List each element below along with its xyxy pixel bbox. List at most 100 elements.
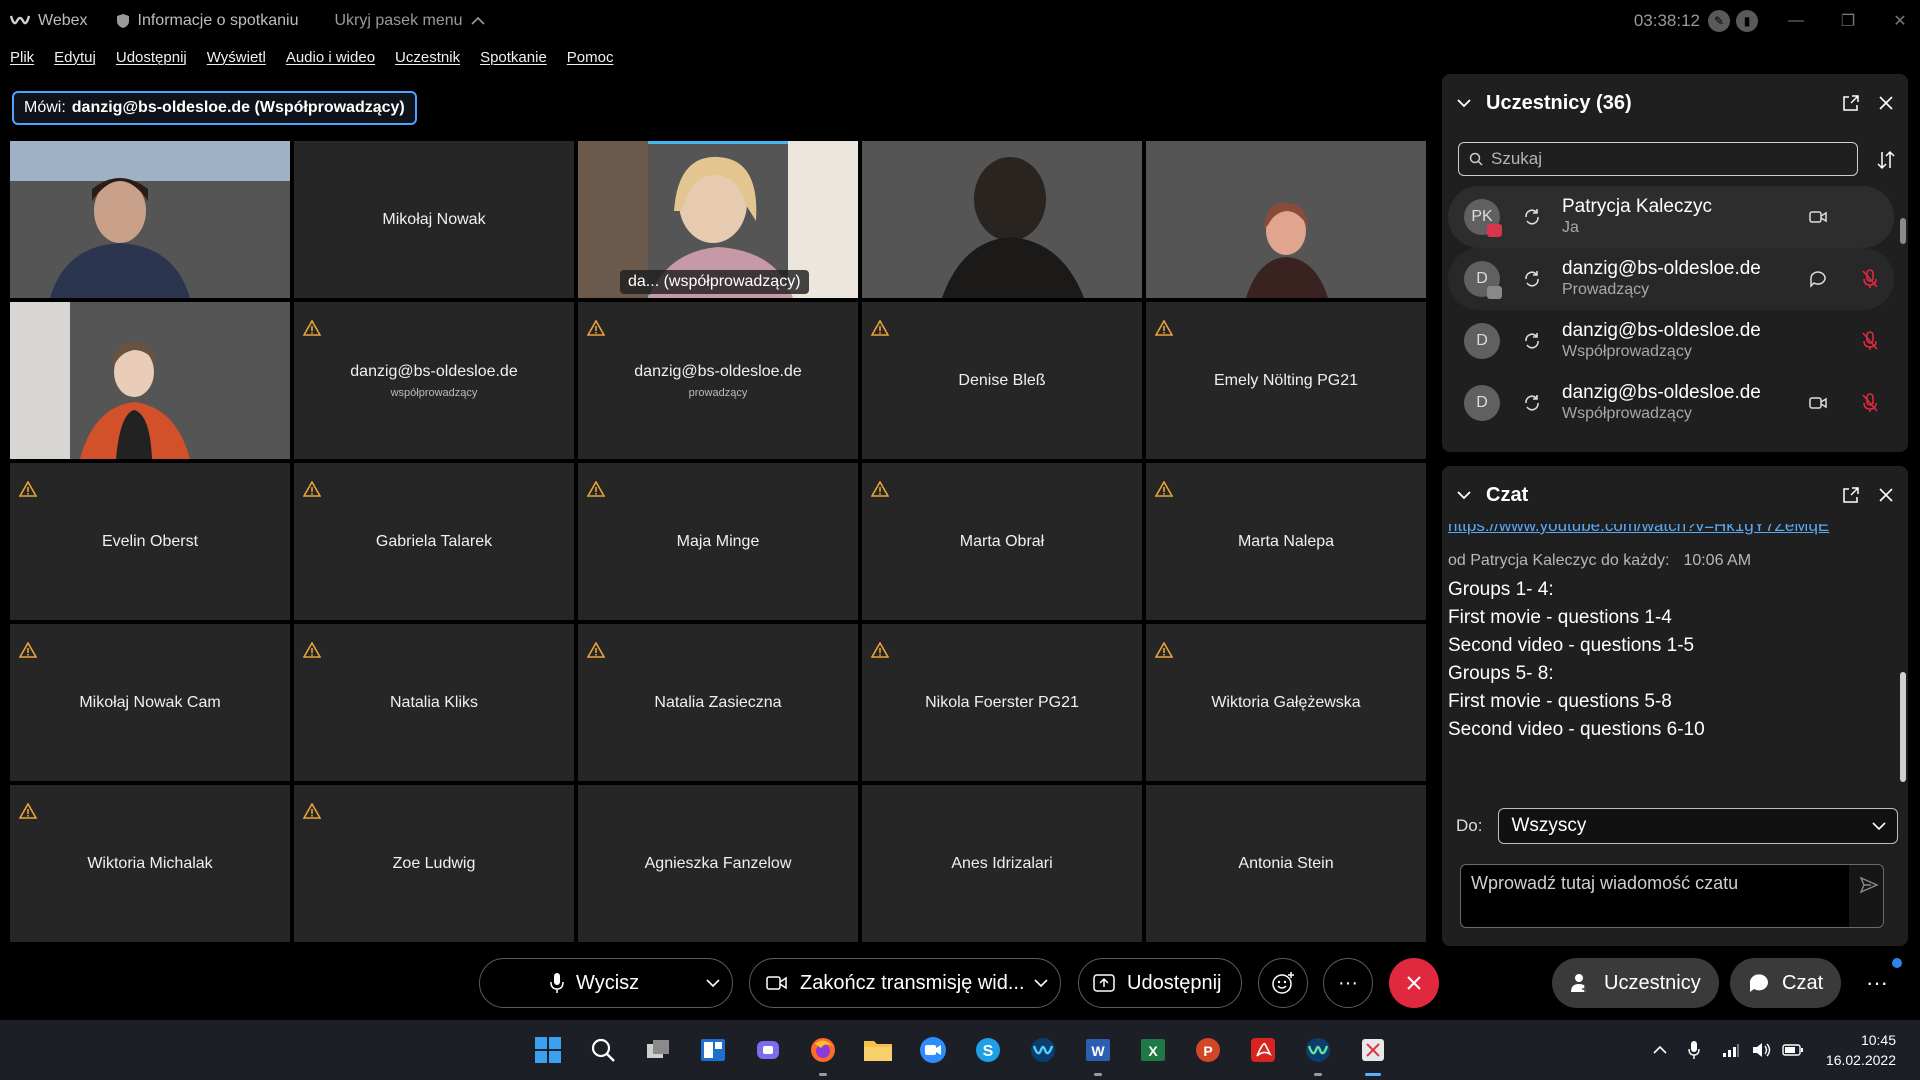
search-icon[interactable] <box>587 1034 619 1066</box>
pencil-icon[interactable]: ✎ <box>1708 10 1730 32</box>
acrobat-icon[interactable] <box>1247 1034 1279 1066</box>
pop-out-icon[interactable] <box>1842 486 1860 504</box>
participant-tile[interactable]: Emely Nölting PG21 <box>1146 302 1426 459</box>
webex-meetings-icon[interactable] <box>1302 1034 1334 1076</box>
menu-file[interactable]: Plik <box>10 49 34 66</box>
pop-out-icon[interactable] <box>1842 94 1860 112</box>
restore-button[interactable]: ❐ <box>1828 0 1868 42</box>
stats-icon[interactable]: ▮ <box>1736 10 1758 32</box>
meeting-info-button[interactable]: Informacje o spotkaniu <box>116 12 299 30</box>
skype-icon[interactable]: S <box>972 1034 1004 1066</box>
participant-tile[interactable]: danzig@bs-oldesloe.de prowadzący <box>578 302 858 459</box>
chat-message-input[interactable] <box>1471 873 1841 921</box>
participant-tile[interactable]: Wiktoria Michalak <box>10 785 290 942</box>
participant-row[interactable]: D danzig@bs-oldesloe.de Prowadzący <box>1448 248 1894 310</box>
task-view-icon[interactable] <box>642 1034 674 1066</box>
warning-icon <box>587 642 605 658</box>
chevron-up-icon[interactable] <box>1652 1045 1668 1055</box>
teams-chat-icon[interactable] <box>752 1034 784 1066</box>
recipient-select[interactable]: Wszyscy <box>1498 808 1899 844</box>
chevron-down-icon[interactable] <box>706 979 720 988</box>
video-tile[interactable] <box>10 302 290 459</box>
chat-scrollbar[interactable] <box>1900 672 1906 782</box>
mic-muted-icon[interactable] <box>1860 330 1880 352</box>
windows-start-icon[interactable] <box>532 1034 564 1066</box>
search-input[interactable] <box>1491 149 1831 169</box>
close-icon[interactable] <box>1878 95 1894 111</box>
close-icon[interactable] <box>1878 487 1894 503</box>
reactions-button[interactable] <box>1258 958 1308 1008</box>
minimize-button[interactable]: — <box>1776 0 1816 42</box>
microphone-icon[interactable] <box>1688 1040 1700 1060</box>
participant-row[interactable]: D danzig@bs-oldesloe.de Współprowadzący <box>1448 310 1894 372</box>
widgets-icon[interactable] <box>697 1034 729 1066</box>
snipping-tool-icon[interactable] <box>1357 1034 1389 1076</box>
participant-search[interactable] <box>1458 142 1858 176</box>
chevron-down-icon[interactable] <box>1456 490 1472 500</box>
participants-toggle-button[interactable]: Uczestnicy <box>1552 958 1719 1008</box>
battery-icon[interactable] <box>1782 1043 1804 1057</box>
participant-tile[interactable]: Gabriela Talarek <box>294 463 574 620</box>
zoom-icon[interactable] <box>917 1034 949 1066</box>
firefox-icon[interactable] <box>807 1034 839 1076</box>
participant-tile[interactable]: danzig@bs-oldesloe.de współprowadzący <box>294 302 574 459</box>
menu-view[interactable]: Wyświetl <box>207 49 266 66</box>
file-explorer-icon[interactable] <box>862 1034 894 1066</box>
video-tile-active-speaker[interactable]: da... (współprowadzący) <box>578 141 858 298</box>
chat-toggle-button[interactable]: Czat <box>1730 958 1842 1008</box>
excel-icon[interactable]: X <box>1137 1034 1169 1066</box>
powerpoint-icon[interactable]: P <box>1192 1034 1224 1066</box>
chat-link[interactable]: https://www.youtube.com/watch?v=Hk1gY7Ze… <box>1448 524 1894 536</box>
participant-tile[interactable]: Wiktoria Gałężewska <box>1146 624 1426 781</box>
menu-share[interactable]: Udostępnij <box>116 49 187 66</box>
menu-participant[interactable]: Uczestnik <box>395 49 460 66</box>
menu-edit[interactable]: Edytuj <box>54 49 96 66</box>
video-tile[interactable] <box>1146 141 1426 298</box>
participant-tile[interactable]: Marta Nalepa <box>1146 463 1426 620</box>
close-window-button[interactable]: ✕ <box>1880 0 1920 42</box>
participant-tile[interactable]: Antonia Stein <box>1146 785 1426 942</box>
participant-tile[interactable]: Anes Idrizalari <box>862 785 1142 942</box>
participant-row[interactable]: PK Patrycja Kaleczyc Ja <box>1448 186 1894 248</box>
participant-tile[interactable]: Denise Bleß <box>862 302 1142 459</box>
stop-video-button[interactable]: Zakończ transmisję wid... <box>749 958 1061 1008</box>
participants-scrollbar[interactable] <box>1900 194 1906 440</box>
participant-tile[interactable]: Mikołaj Nowak <box>294 141 574 298</box>
leave-meeting-button[interactable] <box>1389 958 1439 1008</box>
sort-icon[interactable] <box>1876 150 1896 170</box>
participant-tile[interactable]: Zoe Ludwig <box>294 785 574 942</box>
participant-tile[interactable]: Marta Obrał <box>862 463 1142 620</box>
share-button[interactable]: Udostępnij <box>1078 958 1242 1008</box>
chevron-down-icon[interactable] <box>1034 979 1048 988</box>
mute-button[interactable]: Wycisz <box>479 958 733 1008</box>
participants-panel: Uczestnicy (36) PK Patrycja Kaleczyc Ja … <box>1442 74 1908 452</box>
participant-tile[interactable]: Natalia Zasieczna <box>578 624 858 781</box>
participant-tile[interactable]: Nikola Foerster PG21 <box>862 624 1142 781</box>
participant-tile[interactable]: Agnieszka Fanzelow <box>578 785 858 942</box>
word-icon[interactable]: W <box>1082 1034 1114 1076</box>
menu-meeting[interactable]: Spotkanie <box>480 49 547 66</box>
system-clock[interactable]: 10:45 16.02.2022 <box>1820 1030 1896 1070</box>
participant-tile[interactable]: Natalia Kliks <box>294 624 574 781</box>
more-icon[interactable]: ··· <box>1866 970 1888 996</box>
chat-bubble-icon[interactable] <box>1808 269 1828 289</box>
hide-menu-button[interactable]: Ukryj pasek menu <box>335 12 485 30</box>
chevron-down-icon[interactable] <box>1456 98 1472 108</box>
menu-audio-video[interactable]: Audio i wideo <box>286 49 375 66</box>
video-tile[interactable] <box>10 141 290 298</box>
participant-row[interactable]: D danzig@bs-oldesloe.de Współprowadzący <box>1448 372 1894 434</box>
participant-tile[interactable]: Mikołaj Nowak Cam <box>10 624 290 781</box>
video-tile[interactable] <box>862 141 1142 298</box>
mic-muted-icon[interactable] <box>1860 268 1880 290</box>
send-icon[interactable] <box>1859 875 1879 895</box>
mic-muted-icon[interactable] <box>1860 392 1880 414</box>
menu-help[interactable]: Pomoc <box>567 49 614 66</box>
network-icon[interactable] <box>1722 1042 1740 1058</box>
participant-tile[interactable]: Maja Minge <box>578 463 858 620</box>
camera-icon[interactable] <box>1808 207 1828 227</box>
volume-icon[interactable] <box>1752 1042 1772 1058</box>
participant-tile[interactable]: Evelin Oberst <box>10 463 290 620</box>
camera-icon[interactable] <box>1808 393 1828 413</box>
webex-icon[interactable] <box>1027 1034 1059 1066</box>
more-options-button[interactable]: ··· <box>1323 958 1373 1008</box>
